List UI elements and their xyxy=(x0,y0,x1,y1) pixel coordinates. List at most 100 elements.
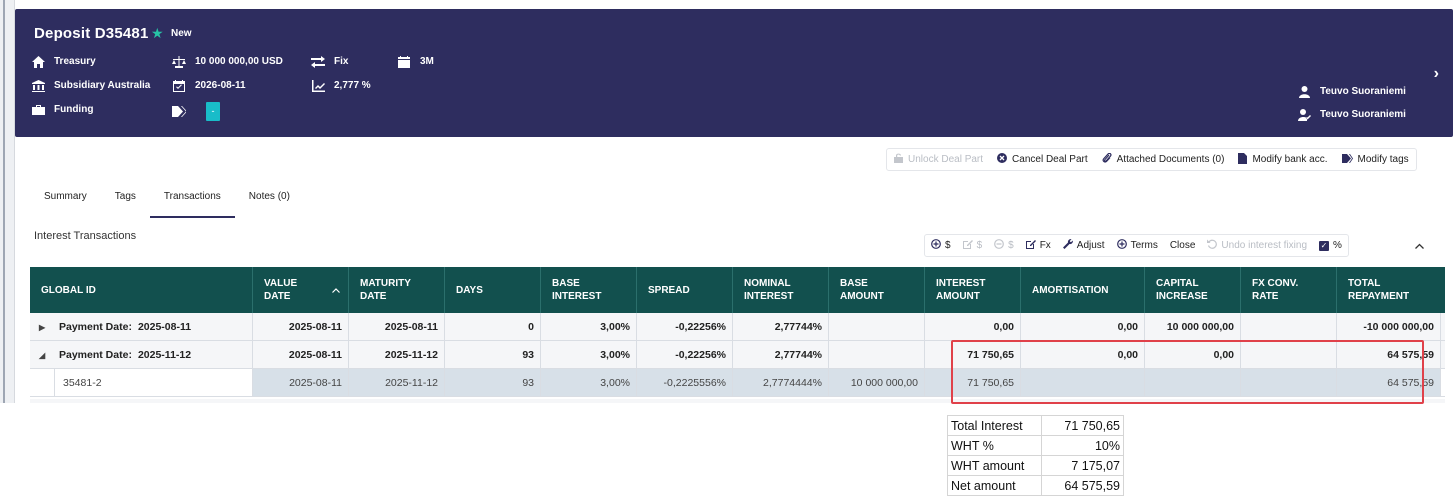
tags-icon xyxy=(1341,153,1353,166)
close-button[interactable]: Close xyxy=(1164,240,1202,251)
tab-bar: Summary Tags Transactions Notes (0) xyxy=(30,180,304,218)
calc-value: 71 750,65 xyxy=(1041,415,1124,436)
group-label-cell: ◢ Payment Date: 2025-11-12 xyxy=(30,341,253,368)
table-cell: 0,00 xyxy=(1021,313,1145,340)
section-title: Interest Transactions xyxy=(34,230,137,242)
table-cell: 2025-08-11 xyxy=(253,313,349,340)
tab-tags[interactable]: Tags xyxy=(101,180,150,218)
indent-cell xyxy=(30,369,55,396)
left-rail-accent xyxy=(3,0,5,403)
collapse-icon[interactable]: ◢ xyxy=(39,342,49,370)
group-row[interactable]: ▶ Payment Date: 2025-08-11 2025-08-11 2025-0… xyxy=(30,313,1445,341)
adjust-button[interactable]: Adjust xyxy=(1057,239,1111,252)
calc-label: WHT % xyxy=(947,435,1042,456)
percent-toggle-label: % xyxy=(1333,240,1342,251)
table-cell xyxy=(829,341,925,368)
modify-tags-button[interactable]: Modify tags xyxy=(1335,149,1416,170)
attached-documents-label: Attached Documents (0) xyxy=(1116,154,1225,165)
table-cell: 71 750,65 xyxy=(925,369,1021,396)
payment-date-value: 2025-08-11 xyxy=(137,321,192,333)
modify-bank-account-button[interactable]: Modify bank acc. xyxy=(1231,149,1334,170)
cancel-deal-part-button[interactable]: Cancel Deal Part xyxy=(990,149,1095,170)
calendar-icon xyxy=(397,55,411,68)
unlock-icon xyxy=(894,153,903,166)
tab-transactions[interactable]: Transactions xyxy=(149,180,235,218)
column-header[interactable]: INTEREST AMOUNT xyxy=(925,267,1021,313)
column-header[interactable]: FX CONV. RATE xyxy=(1241,267,1337,313)
remove-interest-label: $ xyxy=(1008,240,1014,251)
home-icon xyxy=(31,55,45,68)
status-badge: New xyxy=(171,28,192,39)
column-header-label: REPAYMENT xyxy=(1348,291,1410,302)
header-subsidiary: Subsidiary Australia xyxy=(31,79,150,92)
column-header[interactable]: TOTAL REPAYMENT xyxy=(1337,267,1441,313)
grid-body: ▶ Payment Date: 2025-08-11 2025-08-11 2025-0… xyxy=(30,313,1445,397)
column-header[interactable]: GLOBAL ID xyxy=(30,267,253,313)
column-header[interactable]: BASE INTEREST xyxy=(541,267,637,313)
payment-date-label: Payment Date: xyxy=(59,349,132,361)
table-cell xyxy=(829,313,925,340)
add-interest-button[interactable]: $ xyxy=(925,239,957,252)
plus-circle-icon xyxy=(931,239,941,252)
expand-icon[interactable]: ▶ xyxy=(39,314,49,342)
calc-value: 10% xyxy=(1041,435,1124,456)
table-cell xyxy=(1241,341,1337,368)
scale-icon xyxy=(172,55,186,68)
percent-toggle[interactable]: ✓ % xyxy=(1313,240,1348,251)
terms-button[interactable]: Terms xyxy=(1111,239,1164,252)
bank-icon xyxy=(31,79,45,92)
column-header[interactable]: DAYS xyxy=(445,267,541,313)
global-id-cell[interactable]: 35481-2 xyxy=(55,369,253,396)
header-date-value: 2026-08-11 xyxy=(195,80,246,91)
tag-chip[interactable]: - xyxy=(206,102,220,121)
column-header[interactable]: BASE AMOUNT xyxy=(829,267,925,313)
payment-date-label: Payment Date: xyxy=(59,321,132,333)
undo-interest-fixing-label: Undo interest fixing xyxy=(1221,240,1308,251)
fx-button[interactable]: Fx xyxy=(1020,239,1057,252)
line-chart-icon xyxy=(311,79,325,92)
tab-summary[interactable]: Summary xyxy=(30,180,101,218)
remove-interest-button[interactable]: $ xyxy=(988,239,1020,252)
calc-value: 7 175,07 xyxy=(1041,455,1124,476)
header-user-1: Teuvo Suoraniemi xyxy=(1297,85,1406,98)
table-cell: 0,00 xyxy=(1145,341,1241,368)
group-row[interactable]: ◢ Payment Date: 2025-11-12 2025-08-11 2025-1… xyxy=(30,341,1445,369)
header-amount: 10 000 000,00 USD xyxy=(172,55,283,68)
column-header[interactable]: MATURITY DATE xyxy=(349,267,445,313)
table-cell xyxy=(1021,369,1145,396)
calc-row: Total Interest 71 750,65 xyxy=(947,415,1124,436)
undo-interest-fixing-button[interactable]: Undo interest fixing xyxy=(1201,239,1313,252)
column-header-label: SPREAD xyxy=(648,285,690,296)
column-header[interactable]: SPREAD xyxy=(637,267,733,313)
table-cell: 2,77744% xyxy=(733,313,829,340)
column-header-label: AMOUNT xyxy=(936,291,980,302)
sort-ascending-icon[interactable] xyxy=(332,284,340,297)
column-header-label: TOTAL xyxy=(1348,278,1381,289)
column-header[interactable]: AMORTISATION xyxy=(1021,267,1145,313)
briefcase-icon xyxy=(31,103,45,116)
table-cell: 3,00% xyxy=(541,341,637,368)
chevron-up-icon[interactable] xyxy=(1415,238,1424,252)
column-header[interactable]: NOMINAL INTEREST xyxy=(733,267,829,313)
chevron-right-icon[interactable]: › xyxy=(1434,65,1439,83)
table-cell: 3,00% xyxy=(541,313,637,340)
table-row[interactable]: 35481-2 2025-08-11 2025-11-12 93 3,00% -0,222… xyxy=(30,369,1445,397)
deal-header: Deposit D35481 ★ New Treasury Subsidiary… xyxy=(15,9,1453,137)
edit-interest-button[interactable]: $ xyxy=(957,239,989,252)
calendar-icon xyxy=(172,79,186,92)
column-header-label: INTEREST xyxy=(744,291,794,302)
attached-documents-button[interactable]: Attached Documents (0) xyxy=(1095,149,1232,170)
column-header-label: BASE xyxy=(552,278,580,289)
header-rate-value: 2,777 % xyxy=(334,80,371,91)
column-header-label: FX CONV. xyxy=(1252,278,1299,289)
adjust-label: Adjust xyxy=(1076,240,1105,251)
document-icon xyxy=(1238,152,1248,167)
header-rate-type-value: Fix xyxy=(334,56,349,67)
column-header[interactable]: CAPITAL INCREASE xyxy=(1145,267,1241,313)
tab-notes[interactable]: Notes (0) xyxy=(235,180,304,218)
unlock-deal-part-button[interactable]: Unlock Deal Part xyxy=(887,149,990,170)
column-header[interactable]: VALUE DATE xyxy=(253,267,349,313)
table-cell: 10 000 000,00 xyxy=(1145,313,1241,340)
table-cell: 2025-08-11 xyxy=(253,369,349,396)
table-cell: 64 575,59 xyxy=(1337,341,1441,368)
